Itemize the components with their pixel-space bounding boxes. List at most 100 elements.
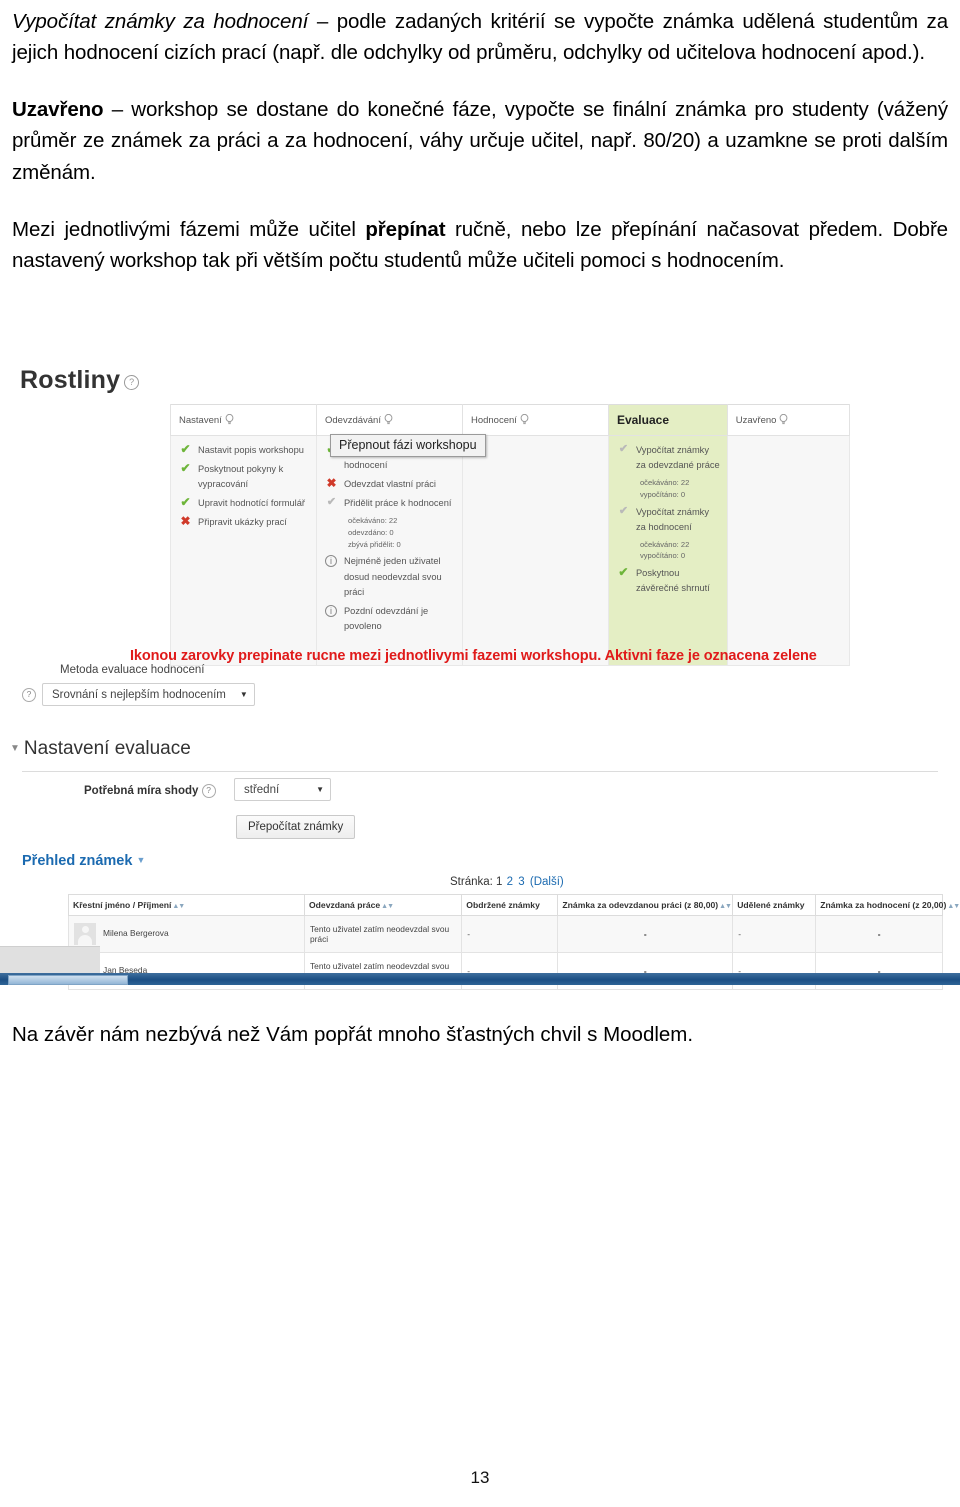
- col-header-submission[interactable]: Odevzdaná práce▲▼: [303, 894, 463, 916]
- paragraph-2-bold-lead: Uzavřeno: [12, 98, 104, 122]
- task-label: Připravit ukázky prací: [198, 517, 287, 528]
- paragraph-1-italic-lead: Vypočítat známky za hodnocení: [12, 10, 309, 33]
- grades-overview-link-text: Přehled známek: [22, 853, 133, 869]
- check-pale-icon: ✔: [618, 504, 629, 517]
- paragraph-vypocitat-znamky: Vypočítat známky za hodnocení – podle za…: [12, 6, 948, 68]
- task-item[interactable]: ✖ Odevzdat vlastní práci: [324, 477, 455, 492]
- table-row[interactable]: Milena Bergerova Tento uživatel zatím ne…: [68, 915, 943, 953]
- check-icon: ✔: [180, 495, 191, 510]
- agreement-level-row: střední ▼: [234, 778, 331, 801]
- phase-header-uzavreno-label: Uzavřeno: [735, 415, 777, 426]
- sort-icon[interactable]: ▲▼: [381, 903, 394, 910]
- taskbar-tile: [0, 946, 100, 975]
- col-header-received-text: Obdržené známky: [466, 900, 540, 910]
- phase-cell-hodnoceni: [461, 435, 609, 666]
- horizontal-scrollbar[interactable]: [0, 973, 960, 985]
- task-item[interactable]: ✔ Přidělit práce k hodnocení: [324, 496, 455, 511]
- paragraph-3-bold-mid: přepínat: [365, 217, 446, 241]
- task-label: Nejméně jeden uživatel dosud neodevzdal …: [343, 556, 442, 597]
- lightbulb-icon[interactable]: [225, 413, 234, 425]
- phase-header-hodnoceni[interactable]: Hodnocení: [461, 404, 609, 436]
- closing-paragraph: Na závěr nám nezbývá než Vám popřát mnoh…: [12, 1023, 694, 1046]
- question-icon[interactable]: ?: [22, 687, 36, 702]
- collapse-triangle-icon: ▼: [10, 743, 20, 754]
- phase-cell-uzavreno: [726, 435, 851, 666]
- cell-submission: Tento uživatel zatím neodevzdal svou prá…: [303, 915, 463, 953]
- lightbulb-icon[interactable]: [520, 413, 529, 425]
- grades-overview-link[interactable]: Přehled známek ▼: [22, 853, 145, 869]
- phase-switch-tooltip: Přepnout fázi workshopu: [330, 434, 486, 457]
- phases-header-row: Nastavení Odevzdávání Hodnocení Evaluace…: [170, 404, 851, 436]
- pagination-page-2[interactable]: 2: [507, 876, 513, 888]
- task-label: Upravit hodnotící formulář: [198, 498, 305, 509]
- pagination-label: Stránka:: [450, 876, 493, 888]
- task-item[interactable]: ✔ Poskytnout pokyny k vypracování: [178, 462, 309, 492]
- lightbulb-icon[interactable]: [779, 413, 788, 425]
- task-item[interactable]: ✔ Poskytnou závěrečné shrnutí: [616, 566, 720, 596]
- task-label: Poskytnout pokyny k vypracování: [198, 464, 284, 490]
- embedded-screenshot: Rostliny? Nastavení Odevzdávání Hodnocen…: [0, 358, 960, 998]
- evaluation-method-select[interactable]: Srovnání s nejlepším hodnocením ▼: [42, 683, 255, 706]
- col-header-name[interactable]: Křestní jméno / Příjmení▲▼: [68, 894, 305, 916]
- task-item[interactable]: ✔ Vypočítat známky za odevzdané práce: [616, 443, 720, 473]
- grades-header-row: Křestní jméno / Příjmení▲▼ Odevzdaná prá…: [68, 894, 960, 916]
- cross-icon: ✖: [180, 514, 191, 529]
- recalculate-grades-button[interactable]: Přepočítat známky: [236, 815, 356, 839]
- workshop-phases-table: Nastavení Odevzdávání Hodnocení Evaluace…: [170, 404, 851, 666]
- red-annotation-note: Ikonou zarovky prepinate rucne mezi jedn…: [130, 648, 817, 664]
- paragraph-3-text-a: Mezi jednotlivými fázemi může učitel: [12, 217, 366, 241]
- col-header-grade-assess[interactable]: Známka za hodnocení (z 20,00)▲▼: [815, 894, 960, 916]
- evaluation-method-label: Metoda evaluace hodnocení: [60, 664, 205, 676]
- col-header-name-text: Křestní jméno / Příjmení: [73, 900, 172, 910]
- workshop-title-text: Rostliny: [20, 366, 121, 394]
- check-pale-icon: ✔: [618, 443, 629, 455]
- question-icon[interactable]: ?: [201, 784, 216, 798]
- task-item[interactable]: ✔ Upravit hodnotící formulář: [178, 496, 309, 511]
- help-icon[interactable]: ?: [124, 375, 140, 390]
- scrollbar-thumb[interactable]: [8, 975, 128, 985]
- sort-icon[interactable]: ▲▼: [172, 903, 185, 910]
- task-label: Přidělit práce k hodnocení: [343, 498, 452, 509]
- workshop-title: Rostliny?: [20, 366, 140, 395]
- task-label: Poskytnou závěrečné shrnutí: [635, 568, 710, 594]
- chevron-down-icon: ▼: [239, 690, 248, 699]
- cell-name-text: Milena Bergerova: [103, 928, 169, 939]
- pagination-page-3[interactable]: 3: [518, 876, 524, 888]
- phase-header-evaluace[interactable]: Evaluace: [607, 404, 728, 436]
- col-header-submission-text: Odevzdaná práce: [308, 900, 381, 910]
- cell-grade-work: -: [557, 915, 734, 953]
- phase-cell-nastaveni: ✔ Nastavit popis workshopu ✔ Poskytnout po…: [170, 435, 317, 666]
- agreement-level-value: střední: [244, 783, 280, 796]
- pagination-next[interactable]: (Další): [530, 876, 564, 888]
- evaluation-settings-heading[interactable]: ▼ Nastavení evaluace: [10, 738, 191, 760]
- col-header-given: Udělené známky: [732, 894, 817, 916]
- phase-header-odevzdavani[interactable]: Odevzdávání: [315, 404, 463, 436]
- check-icon: ✔: [180, 442, 191, 456]
- col-header-grade-work[interactable]: Známka za odevzdanou práci (z 80,00)▲▼: [557, 894, 734, 916]
- info-icon: i: [324, 604, 337, 617]
- agreement-level-select[interactable]: střední ▼: [234, 778, 331, 801]
- lightbulb-icon[interactable]: [384, 413, 393, 425]
- task-item: i Nejméně jeden uživatel dosud neodevzdal…: [324, 554, 455, 599]
- page-number: 13: [470, 1468, 490, 1487]
- task-item[interactable]: ✔ Nastavit popis workshopu: [178, 443, 309, 458]
- pagination-page-1[interactable]: 1: [496, 876, 502, 888]
- col-header-grade-work-text: Známka za odevzdanou práci (z 80,00): [562, 900, 719, 910]
- task-subline: očekáváno: 22: [347, 516, 398, 526]
- section-divider: [22, 771, 938, 772]
- task-subline: odevzdáno: 0: [347, 527, 394, 537]
- collapse-triangle-icon: ▼: [136, 855, 146, 865]
- document-body: Vypočítat známky za hodnocení – podle za…: [12, 6, 948, 276]
- cell-received: -: [461, 915, 559, 953]
- phase-header-uzavreno[interactable]: Uzavřeno: [726, 404, 851, 436]
- task-item[interactable]: ✖ Připravit ukázky prací: [178, 515, 309, 530]
- paragraph-uzavreno: Uzavřeno – workshop se dostane do konečn…: [12, 94, 948, 187]
- col-header-received: Obdržené známky: [461, 894, 559, 916]
- avatar: [74, 923, 96, 945]
- sort-icon[interactable]: ▲▼: [719, 903, 732, 910]
- sort-icon[interactable]: ▲▼: [947, 903, 960, 910]
- task-item[interactable]: ✔ Vypočítat známky za hodnocení: [616, 505, 720, 535]
- task-label: Pozdní odevzdání je povoleno: [343, 605, 429, 631]
- task-label: Vypočítat známky za hodnocení: [635, 506, 709, 532]
- phase-header-nastaveni[interactable]: Nastavení: [170, 404, 317, 436]
